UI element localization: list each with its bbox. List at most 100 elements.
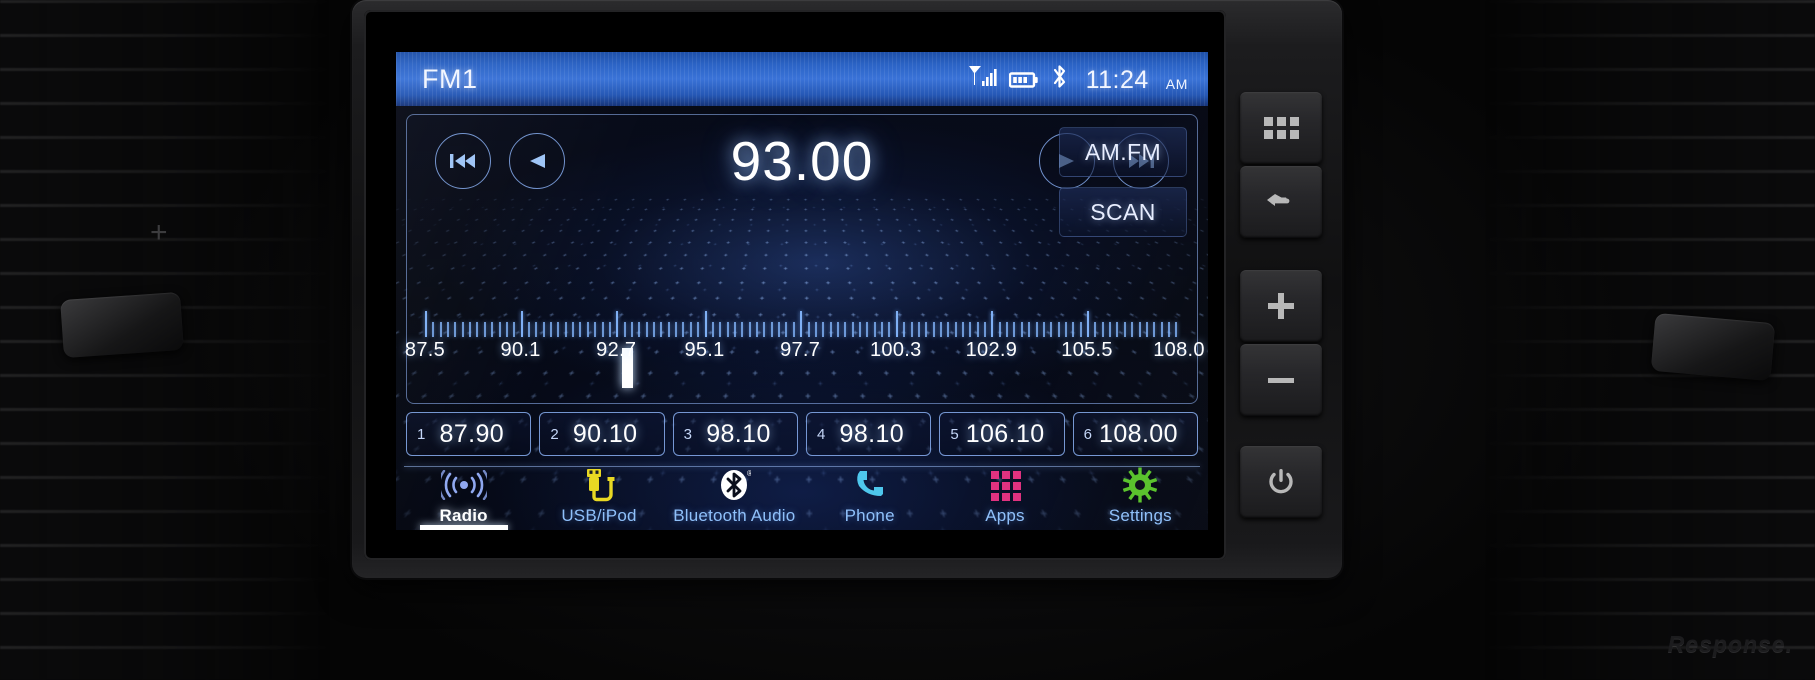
scale-tick — [616, 311, 619, 337]
nav-item-radio[interactable]: Radio — [396, 468, 531, 530]
nav-item-label: USB/iPod — [561, 506, 637, 525]
scale-tick — [961, 322, 964, 337]
grid-menu-icon — [1263, 117, 1299, 139]
scale-tick — [630, 322, 633, 337]
scale-tick — [1006, 322, 1009, 337]
scale-tick — [432, 322, 435, 337]
scale-tick — [520, 311, 523, 337]
hw-back-button[interactable] — [1240, 166, 1322, 238]
back-arrow-icon — [1267, 194, 1290, 206]
amfm-button[interactable]: AM.FM — [1059, 127, 1187, 177]
scale-tick — [439, 322, 442, 337]
scale-tick — [454, 322, 457, 337]
nav-item-label: Settings — [1108, 506, 1172, 525]
scale-tick — [947, 322, 950, 337]
status-bar: FM1 11:24 AM — [396, 52, 1208, 106]
scale-tick — [689, 322, 692, 337]
nav-item-bluetooth-audio[interactable]: ® Bluetooth Audio — [667, 468, 802, 526]
scale-tick — [844, 322, 847, 337]
preset-button[interactable]: 3 98.10 — [672, 412, 798, 456]
preset-button[interactable]: 2 90.10 — [539, 412, 665, 456]
nav-item-label: Bluetooth Audio — [673, 506, 796, 525]
scale-label: 108.0 — [1153, 339, 1205, 361]
scale-tick — [763, 322, 766, 337]
scale-tick — [579, 322, 582, 337]
scale-tick — [498, 322, 501, 337]
scale-tick — [704, 311, 707, 337]
hw-menu-button[interactable] — [1240, 92, 1322, 164]
scale-label: 97.7 — [780, 339, 821, 361]
hw-volume-down-button[interactable] — [1240, 344, 1322, 416]
scale-tick — [984, 322, 987, 337]
nav-divider — [404, 466, 1200, 467]
scale-tick — [829, 322, 832, 337]
scale-tick — [866, 322, 869, 337]
scale-label: 100.3 — [870, 339, 922, 361]
scale-tick — [1101, 322, 1104, 337]
scale-tick — [1094, 322, 1097, 337]
scale-tick — [822, 322, 825, 337]
scale-tick — [1160, 322, 1163, 337]
scan-button[interactable]: SCAN — [1059, 187, 1187, 237]
scale-label: 95.1 — [684, 339, 725, 361]
preset-button[interactable]: 6 108.00 — [1072, 412, 1198, 456]
scale-tick — [461, 322, 464, 337]
scale-tick — [491, 322, 494, 337]
nav-item-apps[interactable]: Apps — [937, 468, 1072, 526]
scale-tick — [653, 322, 656, 337]
scale-tick — [505, 322, 508, 337]
preset-button[interactable]: 1 87.90 — [406, 412, 532, 456]
scale-tick — [1072, 322, 1075, 337]
scale-tick — [800, 311, 803, 337]
infotainment-screen: FM1 11:24 AM 93.00 AM.FM SCAN 87.5 90.1 … — [396, 52, 1208, 530]
scale-tick — [778, 322, 781, 337]
preset-buttons: 1 87.90 2 90.10 3 98.10 4 98.10 5 106.10 6 108.00 — [406, 412, 1198, 456]
scale-tick — [881, 322, 884, 337]
phone-handset-icon — [853, 468, 887, 502]
left-vent-knob[interactable] — [60, 291, 184, 359]
scale-tick — [513, 322, 516, 337]
nav-item-phone[interactable]: Phone — [802, 468, 937, 526]
scale-tick — [1116, 322, 1119, 337]
scale-tick — [1138, 322, 1141, 337]
scale-tick — [1013, 322, 1016, 337]
scale-tick — [748, 322, 751, 337]
preset-button[interactable]: 5 106.10 — [939, 412, 1065, 456]
scale-tick — [608, 322, 611, 337]
clock-time: 11:24 — [1085, 66, 1149, 94]
scale-tick — [425, 311, 427, 337]
scale-tick — [638, 322, 641, 337]
frequency-scale[interactable]: 87.5 90.1 92.7 95.1 97.7 100.3 102.9 105.5 108.0 — [405, 303, 1204, 388]
plus-icon — [1268, 293, 1294, 319]
scale-tick — [667, 322, 670, 337]
scale-label: 92.7 — [596, 339, 637, 361]
scale-tick — [859, 322, 861, 337]
battery-icon — [1008, 70, 1039, 95]
scale-tick — [873, 322, 876, 337]
scale-tick — [888, 322, 891, 337]
active-tab-underline — [419, 525, 508, 530]
scale-ticks — [425, 303, 1179, 337]
signal-icon — [967, 64, 997, 95]
scale-tick — [851, 322, 854, 337]
scale-tick — [954, 322, 957, 337]
bluetooth-icon: ® — [717, 468, 751, 502]
scale-tick — [910, 322, 913, 337]
preset-frequency: 87.90 — [439, 419, 505, 448]
nav-item-settings[interactable]: Settings — [1073, 467, 1208, 526]
scale-tick — [991, 311, 994, 337]
scale-tick — [564, 322, 567, 337]
scale-tick — [756, 322, 759, 337]
right-vent-knob[interactable] — [1650, 312, 1776, 382]
scale-tick — [469, 322, 472, 337]
preset-button[interactable]: 4 98.10 — [805, 412, 932, 456]
scale-tick — [1175, 322, 1178, 337]
scale-tick — [719, 322, 722, 337]
nav-item-usb-ipod[interactable]: USB/iPod — [531, 468, 666, 526]
preset-frequency: 90.10 — [572, 419, 638, 448]
radio-waves-icon — [440, 468, 487, 502]
hw-volume-up-button[interactable] — [1240, 270, 1322, 342]
scale-tick — [542, 322, 545, 337]
hw-power-button[interactable] — [1240, 446, 1322, 518]
power-icon — [1269, 469, 1293, 494]
